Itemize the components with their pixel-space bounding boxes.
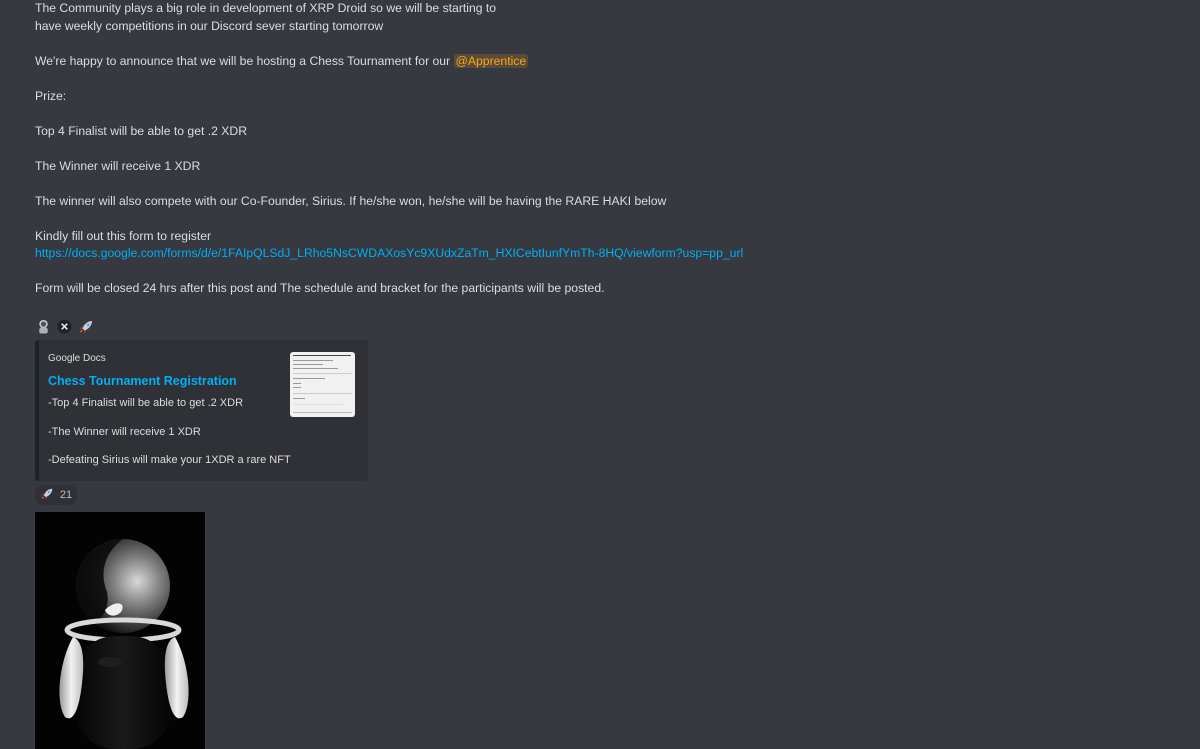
rocket-icon: [40, 487, 54, 504]
prize-winner: The Winner will receive 1 XDR: [35, 158, 201, 173]
embed-description: -Top 4 Finalist will be able to get .2 X…: [48, 396, 291, 482]
embed-desc-line: -Top 4 Finalist will be able to get .2 X…: [48, 397, 244, 409]
embed-desc-line: -The Winner will receive 1 XDR: [48, 425, 201, 438]
role-mention[interactable]: @Apprentice: [453, 53, 529, 68]
cofounder-text: The winner will also compete with our Co…: [35, 193, 667, 208]
embed-thumbnail[interactable]: [290, 352, 355, 417]
embed-desc-line: -Defeating Sirius will make your 1XDR a …: [48, 454, 291, 466]
message-line: have weekly competitions in our Discord …: [35, 18, 384, 33]
form-prompt: Kindly fill out this form to register: [35, 228, 212, 243]
announcement-line: We're happy to announce that we will be …: [35, 53, 1135, 71]
haki-nft-image[interactable]: [35, 512, 205, 749]
astronaut-icon: [35, 318, 52, 335]
embed-title-link[interactable]: Chess Tournament Registration: [48, 374, 237, 388]
close-circle-icon: [56, 318, 73, 335]
link-embed: Google Docs Chess Tournament Registratio…: [35, 340, 368, 481]
prize-top4: Top 4 Finalist will be able to get .2 XD…: [35, 123, 248, 138]
announcement-text: We're happy to announce that we will be …: [35, 53, 454, 68]
prize-label: Prize:: [35, 88, 67, 103]
inline-emoji-row: [35, 318, 94, 335]
embed-provider: Google Docs: [48, 353, 106, 364]
message-content: The Community plays a big role in develo…: [35, 0, 1135, 298]
reaction-button[interactable]: 21: [35, 485, 77, 505]
closing-text: Form will be closed 24 hrs after this po…: [35, 281, 605, 295]
rocket-icon: [77, 318, 94, 335]
form-link[interactable]: https://docs.google.com/forms/d/e/1FAIpQ…: [35, 246, 743, 260]
reaction-count: 21: [59, 489, 73, 501]
message-line: The Community plays a big role in develo…: [35, 1, 497, 15]
